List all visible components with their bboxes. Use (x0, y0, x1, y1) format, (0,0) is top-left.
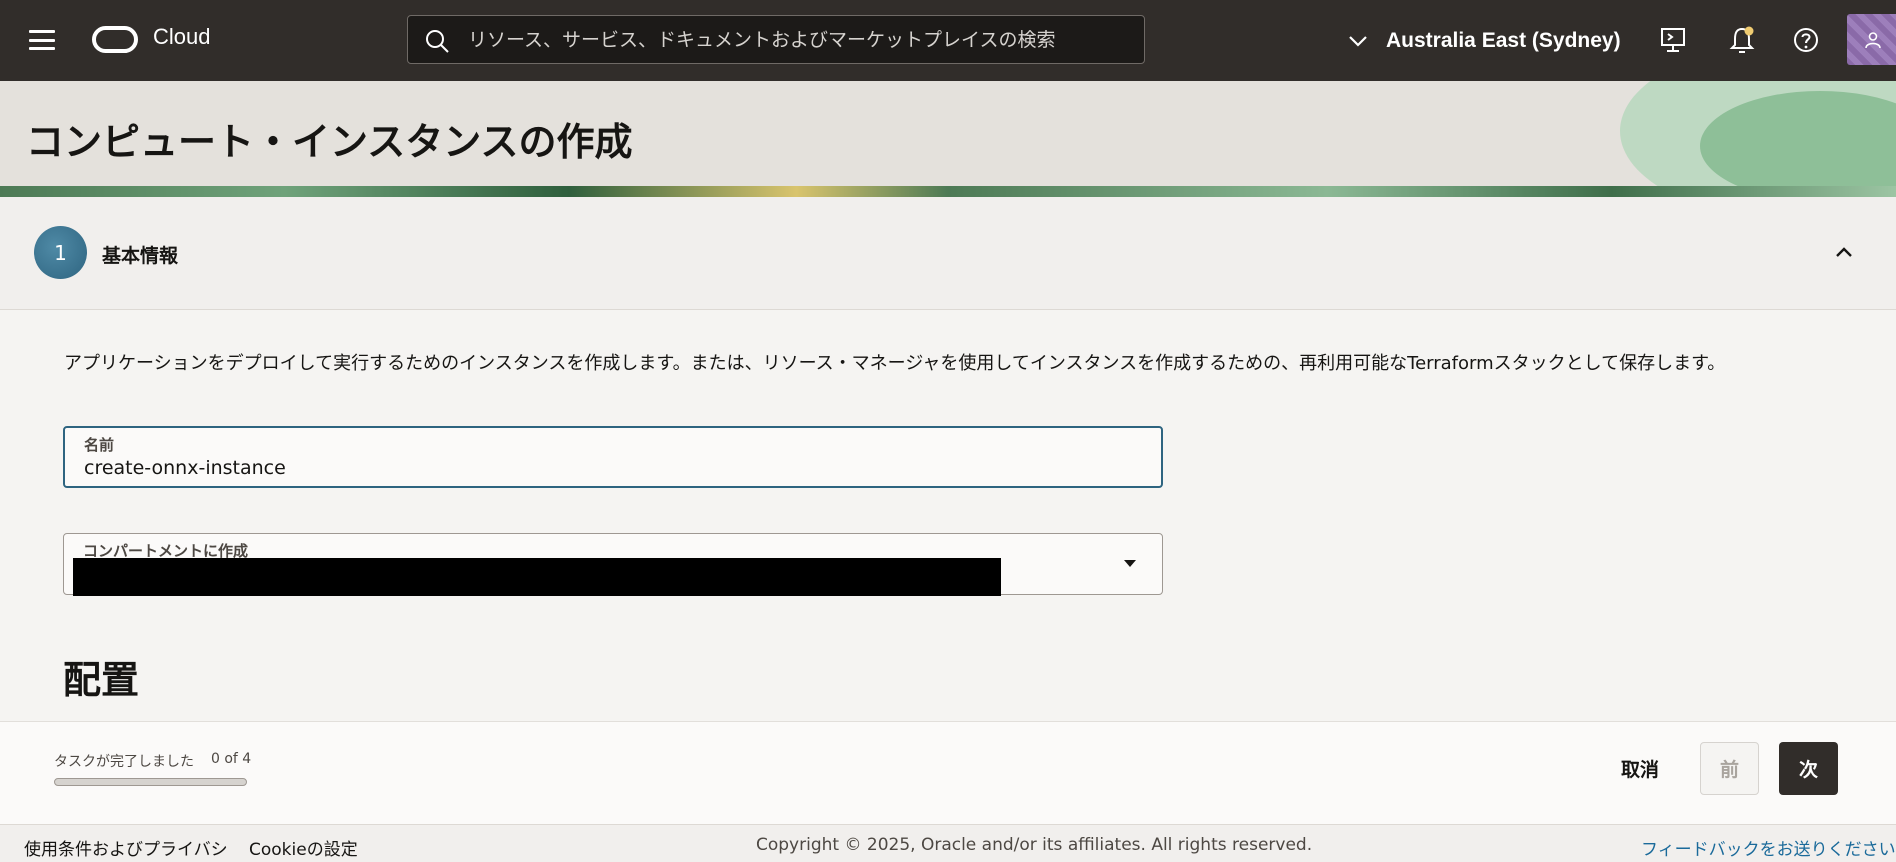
form-description: アプリケーションをデプロイして実行するためのインスタンスを作成します。または、リ… (64, 353, 1726, 374)
cookie-settings-link[interactable]: Cookieの設定 (249, 835, 358, 860)
previous-button[interactable]: 前 (1700, 742, 1759, 795)
help-icon[interactable] (1790, 24, 1822, 56)
search-input[interactable] (468, 16, 1128, 63)
progress-label: タスクが完了しました (54, 754, 194, 770)
search-box[interactable] (407, 15, 1145, 64)
progress-bar (54, 778, 247, 786)
redacted-compartment-value (73, 558, 1001, 596)
dropdown-arrow-icon[interactable] (1124, 560, 1136, 567)
chevron-up-icon[interactable] (1832, 241, 1856, 265)
copyright-text: Copyright © 2025, Oracle and/or its affi… (756, 835, 1313, 855)
banner-decoration-strip (0, 186, 1896, 197)
next-button[interactable]: 次 (1779, 742, 1838, 795)
menu-icon[interactable] (28, 28, 56, 52)
page-header-banner: コンピュート・インスタンスの作成 (0, 81, 1896, 197)
step-number-badge: 1 (34, 226, 87, 279)
page-title: コンピュート・インスタンスの作成 (26, 120, 633, 164)
search-icon (426, 30, 449, 53)
name-field[interactable]: 名前 (63, 426, 1163, 488)
oracle-logo-icon[interactable] (92, 26, 138, 53)
form-content: アプリケーションをデプロイして実行するためのインスタンスを作成します。または、リ… (0, 311, 1896, 721)
progress-count: 0 of 4 (211, 751, 252, 767)
cloud-shell-icon[interactable] (1657, 24, 1689, 56)
placement-section-heading: 配置 (63, 658, 140, 702)
cancel-button[interactable]: 取消 (1600, 742, 1680, 794)
chevron-down-icon (1349, 36, 1367, 47)
user-avatar[interactable] (1847, 14, 1896, 65)
top-navigation-bar: Cloud Australia East (Sydney) (0, 0, 1896, 81)
compartment-select[interactable]: コンパートメントに作成 (63, 533, 1163, 596)
region-label: Australia East (Sydney) (1386, 29, 1621, 52)
name-field-label: 名前 (84, 436, 115, 454)
step-section-header[interactable]: 1 基本情報 (0, 197, 1896, 310)
feedback-link[interactable]: フィードバックをお送りください (1641, 835, 1896, 860)
step-label: 基本情報 (102, 245, 179, 267)
region-selector[interactable]: Australia East (Sydney) (1346, 24, 1621, 58)
name-input[interactable] (84, 455, 1144, 481)
user-icon (1865, 31, 1881, 48)
terms-privacy-link[interactable]: 使用条件およびプライバシ (24, 835, 228, 860)
bell-icon[interactable] (1726, 24, 1758, 56)
page-footer: 使用条件およびプライバシ Cookieの設定 Copyright © 2025,… (0, 824, 1896, 862)
logo-text[interactable]: Cloud (153, 24, 210, 50)
wizard-action-bar: タスクが完了しました 0 of 4 取消 前 次 (0, 721, 1896, 824)
